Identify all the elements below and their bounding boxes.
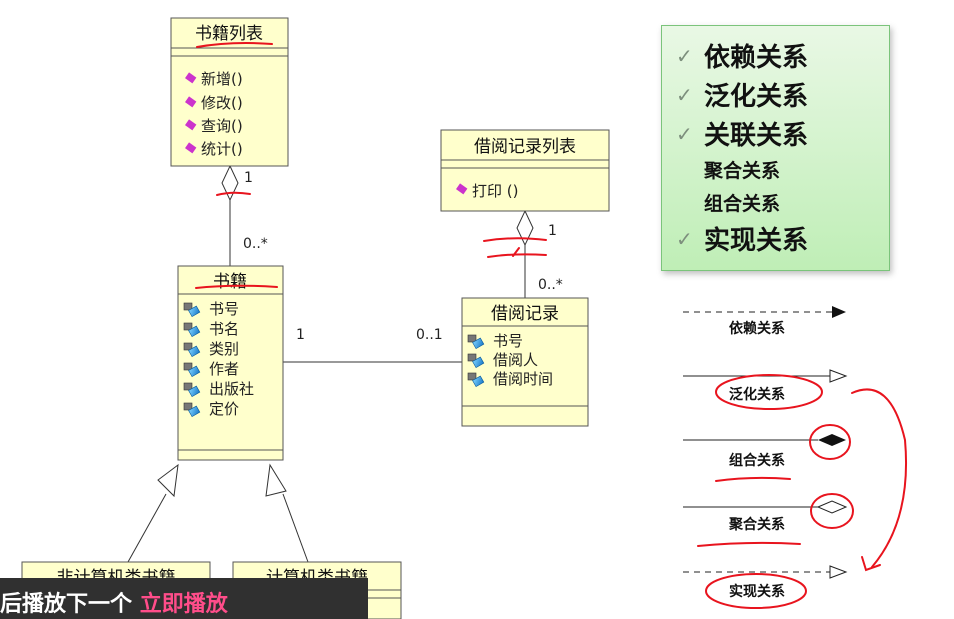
legend-dependency: 依赖关系 (729, 320, 785, 337)
legend-realization: 实现关系 (729, 583, 785, 600)
class-title: 书籍列表 (195, 24, 263, 44)
multiplicity: 0..1 (416, 327, 443, 343)
op-print: 打印 () (472, 182, 518, 200)
stroke-mark (483, 237, 547, 242)
class-title: 借阅记录 (491, 304, 559, 324)
filled-arrow-icon (832, 306, 846, 318)
relation-label: 聚合关系 (704, 160, 781, 182)
legend: 依赖关系 泛化关系 组合关系 聚合关系 实现关系 (683, 306, 848, 600)
relations-list: ✓ 依赖关系 ✓ 泛化关系 ✓ 关联关系聚合关系组合关系 ✓ 实现关系 (676, 36, 889, 258)
relations-box: ✓ 依赖关系 ✓ 泛化关系 ✓ 关联关系聚合关系组合关系 ✓ 实现关系 (661, 25, 890, 271)
generalization-triangle-icon (157, 463, 179, 498)
class-attribute: 书号 (209, 300, 239, 318)
aggregation-diamond-icon (516, 209, 534, 247)
class-borrow-list[interactable]: 借阅记录列表 打印 () (440, 129, 610, 212)
relation-label: 实现关系 (704, 226, 809, 256)
class-attribute: 出版社 (209, 380, 254, 398)
class-attribute: 书名 (209, 320, 239, 338)
relation-item: 组合关系 (676, 186, 889, 219)
op-query: 查询() (201, 117, 243, 135)
op-stats: 统计() (201, 140, 243, 158)
check-icon: ✓ (676, 43, 693, 68)
class-borrow-record[interactable]: 借阅记录 书号借阅人借阅时间 (461, 297, 589, 427)
multiplicity: 0..* (538, 277, 563, 293)
check-icon: ✓ (676, 226, 693, 251)
generalization-triangle-icon (265, 463, 287, 497)
arc-arrow-mark (851, 388, 908, 568)
class-title: 借阅记录列表 (474, 137, 576, 157)
underline-mark (697, 541, 801, 547)
class-book-list[interactable]: 书籍列表 新增() 修改() 查询() 统计() (170, 17, 289, 167)
multiplicity: 1 (244, 170, 253, 186)
relation-label: 关联关系 (704, 121, 809, 151)
stroke-mark (216, 191, 251, 196)
hollow-triangle-icon (829, 369, 848, 383)
play-now-button[interactable]: 立即播放 (140, 592, 228, 617)
relation-label: 依赖关系 (704, 43, 809, 73)
op-add: 新增() (201, 70, 243, 88)
multiplicity: 1 (548, 223, 557, 239)
hollow-triangle-icon (829, 565, 848, 579)
filled-diamond-icon (818, 434, 846, 446)
class-attribute: 书号 (493, 332, 523, 350)
multiplicity: 1 (296, 327, 305, 343)
relation-item: ✓ 实现关系 (676, 219, 889, 258)
relation-item: 聚合关系 (676, 153, 889, 186)
class-title: 书籍 (213, 272, 247, 292)
check-icon: ✓ (676, 121, 693, 146)
generalization-line-noncs (127, 493, 167, 563)
relation-item: ✓ 依赖关系 (676, 36, 889, 75)
relation-item: ✓ 关联关系 (676, 114, 889, 153)
legend-aggregation: 聚合关系 (728, 516, 785, 533)
legend-generalization: 泛化关系 (729, 386, 785, 403)
underline-mark (715, 476, 791, 482)
class-attribute: 类别 (209, 340, 239, 358)
relation-label: 组合关系 (704, 193, 781, 215)
legend-composition: 组合关系 (729, 452, 785, 469)
generalization-line-cs (282, 493, 309, 563)
multiplicity: 0..* (243, 236, 268, 252)
relation-label: 泛化关系 (704, 82, 809, 112)
class-book[interactable]: 书籍 书号书名类别作者出版社定价 (177, 265, 284, 461)
op-modify: 修改() (201, 94, 243, 112)
relation-item: ✓ 泛化关系 (676, 75, 889, 114)
class-attribute: 定价 (209, 400, 239, 418)
hollow-diamond-icon (816, 500, 848, 514)
stroke-mark (487, 253, 547, 258)
class-attribute: 借阅人 (493, 351, 538, 369)
class-attribute: 借阅时间 (493, 370, 553, 388)
aggregation-diamond-icon (221, 164, 239, 202)
autoplay-prefix: 后播放下一个 (0, 592, 133, 617)
check-icon: ✓ (676, 82, 693, 107)
autoplay-overlay: 后播放下一个 立即播放 (0, 578, 368, 619)
class-attribute: 作者 (209, 360, 239, 378)
